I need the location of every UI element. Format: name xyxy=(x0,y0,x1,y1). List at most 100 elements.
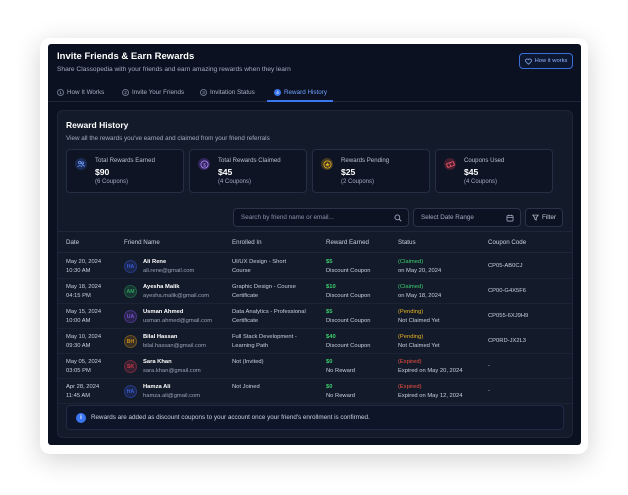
table-row[interactable]: May 15, 2024 10:00 AM UA Usman Ahmed usman.a… xyxy=(58,304,572,329)
page-title: Invite Friends & Earn Rewards xyxy=(57,51,195,62)
how-it-works-button[interactable]: How it works xyxy=(519,53,573,69)
star-icon xyxy=(321,158,333,170)
column-header: Enrolled In xyxy=(232,239,262,246)
info-icon: i xyxy=(76,413,86,423)
friend-email: sara.khan@gmail.com xyxy=(143,367,201,374)
status-cell: (Expired) Expired on May 20, 2024 xyxy=(398,358,462,375)
reward-type: No Reward xyxy=(326,392,355,399)
search-icon xyxy=(394,214,402,222)
status-detail: Expired on May 20, 2024 xyxy=(398,367,463,374)
date-cell: May 05, 2024 03:05 PM xyxy=(66,358,101,375)
row-time: 09:30 AM xyxy=(66,342,91,349)
course-line-2: Learning Path xyxy=(232,342,269,349)
friend-email: ayesha.malik@gmail.com xyxy=(143,292,210,299)
friend-cell: Bilal Hassan bilal.hassan@gmail.com xyxy=(143,333,206,350)
avatar: UA xyxy=(124,310,137,323)
stat-card-total-claimed: $ Total Rewards Claimed $45 (4 Coupons) xyxy=(189,149,307,193)
heart-check-icon xyxy=(524,58,532,65)
how-it-works-label: How it works xyxy=(534,58,568,64)
reward-cell: $5 Discount Coupon xyxy=(326,258,370,275)
search-placeholder: Search by friend name or email... xyxy=(241,214,334,221)
section-subtitle: View all the rewards you've earned and c… xyxy=(66,135,270,142)
column-header: Status xyxy=(398,239,416,246)
row-date: May 10, 2024 xyxy=(66,334,102,340)
friend-cell: Usman Ahmed usman.ahmed@gmail.com xyxy=(143,308,212,325)
coupon-code: - xyxy=(488,363,490,369)
date-cell: May 20, 2024 10:30 AM xyxy=(66,258,101,275)
friend-email: hamza.ali@gmail.com xyxy=(143,392,201,399)
table-row[interactable]: Apr 28, 2024 11:45 AM HA Hamza Ali hamza.ali… xyxy=(58,379,572,404)
friend-name: Hamza Ali xyxy=(143,384,171,390)
column-header: Friend Name xyxy=(124,239,160,246)
date-cell: May 18, 2024 04:15 PM xyxy=(66,283,101,300)
friend-cell: Hamza Ali hamza.ali@gmail.com xyxy=(143,383,200,400)
avatar: HA xyxy=(124,385,137,398)
row-date: Apr 28, 2024 xyxy=(66,384,100,390)
tab-invite-your-friends[interactable]: 2 Invite Your Friends xyxy=(122,82,184,102)
page-subtitle: Share Classopedia with your friends and … xyxy=(57,66,291,73)
date-cell: Apr 28, 2024 11:45 AM xyxy=(66,383,99,400)
avatar: SK xyxy=(124,360,137,373)
status-detail: on May 18, 2024 xyxy=(398,292,442,299)
friend-cell: Ali Rene ali.rene@gmail.com xyxy=(143,258,194,275)
friend-name: Usman Ahmed xyxy=(143,309,184,315)
date-range-picker[interactable]: Select Date Range xyxy=(413,208,521,227)
reward-cell: $10 Discount Coupon xyxy=(326,283,370,300)
info-banner: i Rewards are added as discount coupons … xyxy=(66,405,564,430)
coupon-code: - xyxy=(488,388,490,394)
table-row[interactable]: May 05, 2024 03:05 PM SK Sara Khan sara.khan… xyxy=(58,354,572,379)
friend-email: usman.ahmed@gmail.com xyxy=(143,317,213,324)
svg-text:$: $ xyxy=(203,162,206,168)
reward-history-panel: Reward History View all the rewards you'… xyxy=(57,110,573,438)
column-header: Reward Earned xyxy=(326,239,369,246)
stat-value: $25 xyxy=(341,167,356,177)
section-title: Reward History xyxy=(66,120,129,130)
reward-cell: $40 Discount Coupon xyxy=(326,333,370,350)
reward-amount: $0 xyxy=(326,384,333,390)
active-tab-indicator xyxy=(267,100,333,102)
table-row[interactable]: May 18, 2024 04:15 PM AM Ayesha Malik ayesha… xyxy=(58,279,572,304)
reward-type: Discount Coupon xyxy=(326,292,371,299)
reward-amount: $5 xyxy=(326,309,333,315)
status-badge: (Expired) xyxy=(398,359,422,365)
reward-amount: $40 xyxy=(326,334,336,340)
stat-value: $90 xyxy=(95,167,110,177)
course-line-1: Graphic Design - Course xyxy=(232,284,296,290)
tab-label: Invite Your Friends xyxy=(132,88,185,96)
tab-invitation-status[interactable]: 3 Invitation Status xyxy=(200,82,255,102)
app-window: Invite Friends & Earn Rewards Share Clas… xyxy=(48,44,581,445)
stat-card-pending: Rewards Pending $25 (2 Coupons) xyxy=(312,149,430,193)
tab-reward-history[interactable]: 4 Reward History xyxy=(274,82,327,102)
table-row[interactable]: May 10, 2024 09:30 AM BH Bilal Hassan bilal.… xyxy=(58,329,572,354)
row-date: May 20, 2024 xyxy=(66,259,102,265)
reward-type: No Reward xyxy=(326,367,355,374)
filter-button[interactable]: Filter xyxy=(525,208,563,227)
stat-card-total-earned: Total Rewards Earned $90 (6 Coupons) xyxy=(66,149,184,193)
status-cell: (Expired) Expired on May 12, 2024 xyxy=(398,383,462,400)
reward-cell: $5 Discount Coupon xyxy=(326,308,370,325)
status-cell: (Claimed) on May 18, 2024 xyxy=(398,283,441,300)
row-time: 03:05 PM xyxy=(66,367,91,374)
calendar-icon xyxy=(506,214,514,222)
date-cell: May 10, 2024 09:30 AM xyxy=(66,333,101,350)
column-header: Date xyxy=(66,239,80,246)
tab-number: 2 xyxy=(122,88,129,96)
course-line-1: Not (Invited) xyxy=(232,359,264,365)
row-time: 11:45 AM xyxy=(66,392,91,399)
reward-cell: $0 No Reward xyxy=(326,358,355,375)
tab-how-it-works[interactable]: 1 How It Works xyxy=(57,82,104,102)
reward-type: Discount Coupon xyxy=(326,267,371,274)
row-time: 04:15 PM xyxy=(66,292,91,299)
reward-type: Discount Coupon xyxy=(326,317,371,324)
column-header: Coupon Code xyxy=(488,239,527,246)
status-badge: (Claimed) xyxy=(398,284,424,290)
search-input[interactable]: Search by friend name or email... xyxy=(233,208,409,227)
stat-value: $45 xyxy=(464,167,479,177)
table-row[interactable]: May 20, 2024 10:30 AM HA Ali Rene ali.rene@g… xyxy=(58,254,572,279)
stat-value: $45 xyxy=(218,167,233,177)
status-detail: on May 20, 2024 xyxy=(398,267,442,274)
friend-name: Ayesha Malik xyxy=(143,284,180,290)
reward-cell: $0 No Reward xyxy=(326,383,355,400)
course-line-1: UI/UX Design - Short xyxy=(232,259,287,265)
reward-amount: $5 xyxy=(326,259,333,265)
